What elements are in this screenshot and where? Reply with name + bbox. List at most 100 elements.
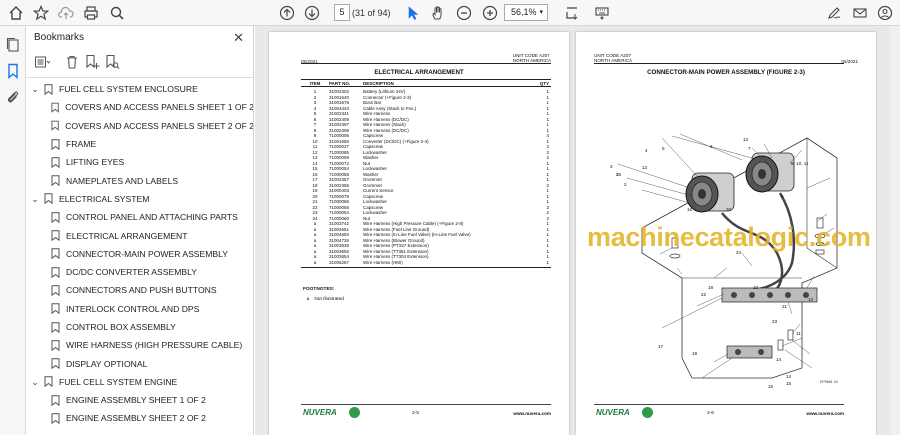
zoom-out-icon[interactable]	[454, 3, 474, 23]
bookmark-label: CONTROL BOX ASSEMBLY	[66, 322, 176, 332]
bookmark-item[interactable]: ENGINE ASSEMBLY SHEET 2 OF 2	[26, 409, 253, 427]
bookmark-item[interactable]: COVERS AND ACCESS PANELS SHEET 2 OF 2	[26, 117, 253, 135]
bookmark-icon	[51, 340, 60, 351]
upload-cloud-icon[interactable]	[56, 3, 76, 23]
zoom-level-select[interactable]: 56,1% ▾	[504, 4, 548, 21]
bookmark-options-icon[interactable]	[34, 54, 51, 70]
vertical-scrollbar[interactable]	[890, 26, 900, 435]
cell-qty: 2	[546, 204, 549, 210]
bookmark-label: ELECTRICAL ARRANGEMENT	[66, 230, 188, 241]
bookmark-icon	[44, 83, 53, 95]
cell-qty: 1	[546, 138, 549, 144]
cell-part: 31004651	[329, 226, 350, 232]
cell-desc: Washer	[363, 171, 379, 177]
bookmark-item[interactable]: FRAME	[26, 135, 253, 153]
table-row: a 31004651 Wire Harness (Fuel Line Ground)…	[301, 227, 551, 233]
bookmark-item[interactable]: NAMEPLATES AND LABELS	[26, 171, 253, 189]
bookmark-item[interactable]: DC/DC CONVERTER ASSEMBLY	[26, 263, 253, 281]
bookmark-icon	[51, 102, 59, 113]
page-fit-icon[interactable]	[562, 3, 582, 23]
page-number-input[interactable]: 5	[334, 4, 350, 21]
sign-pen-icon[interactable]	[824, 3, 844, 23]
cell-item: 5	[313, 111, 317, 117]
close-icon[interactable]: ✕	[233, 30, 244, 46]
bookmark-item[interactable]: LIFTING EYES	[26, 153, 253, 171]
cell-item: a	[313, 254, 317, 260]
cell-qty: 1	[546, 193, 549, 199]
cell-desc: Cable Assy (Stack to Pos.)	[363, 105, 417, 111]
bookmark-icon	[44, 376, 53, 388]
table-row: a 31003654 Wire Harness (TT304 Extension) 1	[301, 254, 551, 260]
cell-qty: 1	[546, 259, 549, 265]
new-bookmark-icon[interactable]	[84, 54, 100, 70]
bookmark-item[interactable]: CONNECTORS AND PUSH BUTTONS	[26, 281, 253, 299]
callout-number: 4	[645, 148, 648, 153]
bookmark-item[interactable]: CONTROL BOX ASSEMBLY	[26, 318, 253, 336]
user-account-icon[interactable]	[875, 3, 895, 23]
table-body: 1 31002302 Battery (Lithium 24V) 1 2 31001640…	[301, 87, 551, 265]
home-icon[interactable]	[6, 3, 26, 23]
cell-qty: 1	[546, 248, 549, 254]
keyboard-icon[interactable]	[592, 3, 612, 23]
bookmark-label: DISPLAY OPTIONAL	[66, 358, 148, 369]
chevron-down-icon[interactable]: ⌄	[30, 85, 40, 94]
callout-number: 22	[701, 292, 707, 297]
bookmark-item[interactable]: COVERS AND ACCESS PANELS SHEET 1 OF 2	[26, 98, 253, 116]
pages-icon[interactable]	[5, 37, 21, 53]
page-number: 2-5	[412, 411, 419, 416]
cell-item: 7	[313, 122, 317, 128]
table-row: a 31003742 Wire Harness (High Pressure Cab…	[301, 221, 551, 227]
callout-number: 15	[786, 381, 792, 386]
cell-part: 71000059	[329, 155, 350, 161]
bookmark-icon	[51, 230, 60, 242]
callout-number: 5	[662, 146, 665, 151]
chevron-down-icon[interactable]: ⌄	[30, 377, 40, 386]
bookmark-item[interactable]: DISPLAY OPTIONAL	[26, 354, 253, 372]
select-cursor-icon[interactable]	[403, 3, 423, 23]
chevron-down-icon: ▾	[539, 9, 543, 16]
cell-part: 31002398	[329, 127, 350, 133]
bookmark-item[interactable]: ELECTRICAL ARRANGEMENT	[26, 226, 253, 244]
bookmark-label: INTERLOCK CONTROL AND DPS	[66, 303, 200, 314]
hand-tool-icon[interactable]	[428, 3, 448, 23]
print-icon[interactable]	[81, 3, 101, 23]
cell-desc: Wire Harness (Stack)	[363, 122, 406, 128]
cell-part: 31003635	[329, 243, 350, 249]
bookmark-item[interactable]: CONTROL PANEL AND ATTACHING PARTS	[26, 208, 253, 226]
zoom-in-icon[interactable]	[480, 3, 500, 23]
next-page-icon[interactable]	[302, 3, 322, 23]
star-icon[interactable]	[31, 3, 51, 23]
cell-qty: 1	[546, 226, 549, 232]
footnote-a: a Not Illustrated	[303, 295, 344, 305]
bookmark-item[interactable]: WIRE HARNESS (HIGH PRESSURE CABLE)	[26, 336, 253, 354]
cell-item: 17	[312, 177, 318, 183]
bookmark-panel-icon[interactable]	[5, 63, 21, 80]
bookmark-list: ⌄ FUEL CELL SYSTEM ENCLOSURE COVERS AND AC…	[26, 80, 253, 428]
col-item-header: ITEM	[309, 80, 321, 86]
connector-housing-right	[745, 152, 795, 193]
bookmark-item[interactable]: ⌄ FUEL CELL SYSTEM ENGINE	[26, 373, 253, 391]
cell-part: 31000403	[329, 188, 350, 194]
bookmark-item[interactable]: ⌄ FUEL CELL SYSTEM ENCLOSURE	[26, 80, 253, 98]
footnotes: FOOTNOTES: a Not Illustrated	[303, 285, 344, 305]
find-bookmark-icon[interactable]	[104, 54, 120, 70]
cell-item: 16	[312, 171, 318, 177]
chevron-down-icon[interactable]: ⌄	[30, 194, 40, 203]
bookmark-item[interactable]: ENGINE ASSEMBLY SHEET 1 OF 2	[26, 391, 253, 409]
attachment-icon[interactable]	[5, 89, 21, 105]
bookmark-item[interactable]: INTERLOCK CONTROL AND DPS	[26, 300, 253, 318]
email-icon[interactable]	[850, 3, 870, 23]
document-viewer[interactable]: 05/2021 UNIT CODE A207 NORTH AMERICA ELE…	[255, 26, 900, 435]
callout-number: 13	[743, 137, 749, 142]
zoom-search-icon[interactable]	[107, 3, 127, 23]
bookmark-label: FUEL CELL SYSTEM ENGINE	[59, 376, 178, 387]
delete-bookmark-icon[interactable]	[64, 54, 80, 70]
cell-item: 4	[313, 105, 317, 111]
bookmark-label: ENGINE ASSEMBLY SHEET 2 OF 2	[66, 413, 206, 424]
cell-part: 31002302	[329, 89, 350, 95]
website: www.nuvera.com	[513, 411, 551, 416]
bookmark-item[interactable]: ⌄ ELECTRICAL SYSTEM	[26, 190, 253, 208]
previous-page-icon[interactable]	[277, 3, 297, 23]
bookmark-item[interactable]: CONNECTOR-MAIN POWER ASSEMBLY	[26, 245, 253, 263]
cell-part: 31002356	[329, 182, 350, 188]
